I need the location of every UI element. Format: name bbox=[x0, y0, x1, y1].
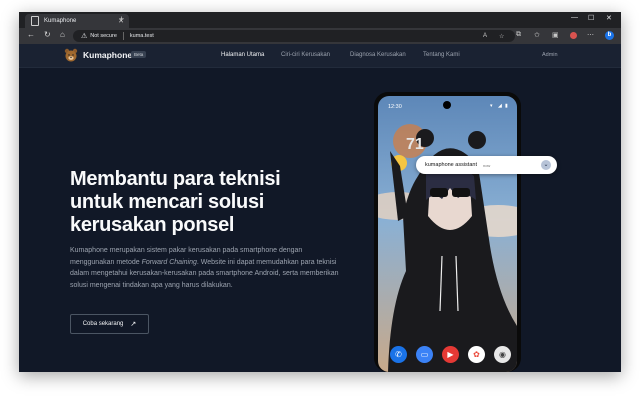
security-label[interactable]: Not secure bbox=[90, 33, 117, 39]
photos-app-icon[interactable]: ✿ bbox=[468, 346, 485, 363]
chevron-down-icon[interactable]: ⌄ bbox=[541, 160, 551, 170]
more-menu-icon[interactable]: ⋯ bbox=[587, 31, 594, 39]
profile-avatar[interactable] bbox=[570, 32, 577, 39]
tab-kumaphone[interactable]: Kumaphone ✕ bbox=[25, 14, 129, 28]
hero-title-line: Membantu para teknisi bbox=[70, 168, 281, 190]
beta-badge: Beta bbox=[131, 51, 147, 58]
youtube-app-icon[interactable]: ▶ bbox=[442, 346, 459, 363]
nav-home[interactable]: Halaman Utama bbox=[221, 52, 264, 58]
wifi-icon: ▾ bbox=[490, 103, 493, 109]
favorite-icon[interactable]: ☆ bbox=[499, 33, 504, 40]
hero-desc-method: Forward Chaining bbox=[141, 258, 197, 266]
new-tab-button[interactable]: + bbox=[119, 14, 124, 24]
battery-icon: ▮ bbox=[505, 103, 508, 109]
copilot-icon[interactable]: b bbox=[605, 31, 614, 40]
minimize-button[interactable]: — bbox=[571, 14, 578, 21]
assistant-time: now bbox=[482, 162, 491, 168]
tab-favicon-icon bbox=[31, 16, 39, 26]
tab-strip: Kumaphone ✕ + — ☐ ✕ bbox=[19, 12, 621, 28]
arrow-up-right-icon: ↗ bbox=[130, 321, 137, 328]
back-icon[interactable]: ← bbox=[27, 30, 35, 39]
read-aloud-icon[interactable]: A bbox=[483, 33, 487, 39]
nav-symptoms[interactable]: Ciri-ciri Kerusakan bbox=[281, 52, 330, 58]
favorites-icon[interactable]: ✩ bbox=[534, 31, 540, 39]
phone-app-icon[interactable]: ✆ bbox=[390, 346, 407, 363]
messages-app-icon[interactable]: ▭ bbox=[416, 346, 433, 363]
tab-title: Kumaphone bbox=[44, 18, 77, 24]
refresh-icon[interactable]: ↻ bbox=[44, 30, 51, 39]
maximize-button[interactable]: ☐ bbox=[588, 14, 594, 22]
status-bar-time: 12:30 bbox=[388, 104, 402, 110]
collections-icon[interactable]: ▣ bbox=[552, 31, 559, 39]
hero-title: Membantu para teknisi untuk mencari solu… bbox=[70, 168, 370, 237]
address-bar: ← ↻ ⌂ ⚠ Not secure kuma.test A ☆ ⧉ ✩ ▣ ⋯… bbox=[19, 28, 621, 44]
assistant-notification[interactable]: kumaphone assistant now ⌄ bbox=[416, 156, 557, 174]
hero-title-line: untuk mencari solusi bbox=[70, 191, 265, 213]
clock-widget: 71 bbox=[406, 136, 424, 153]
close-window-button[interactable]: ✕ bbox=[606, 14, 612, 22]
nav-about[interactable]: Tentang Kami bbox=[423, 52, 460, 58]
hero-description: Kumaphone merupakan sistem pakar kerusak… bbox=[70, 245, 342, 291]
extensions-icon[interactable]: ⧉ bbox=[516, 31, 521, 39]
home-icon[interactable]: ⌂ bbox=[60, 30, 65, 39]
camera-cutout bbox=[443, 101, 451, 109]
try-now-label: Coba sekarang bbox=[82, 321, 124, 327]
url-field[interactable]: ⚠ Not secure kuma.test A ☆ bbox=[73, 30, 515, 42]
try-now-button[interactable]: Coba sekarang ↗ bbox=[70, 314, 149, 334]
nav-admin[interactable]: Admin bbox=[542, 52, 558, 58]
site-brand[interactable]: Kumaphone bbox=[83, 50, 132, 60]
url-text[interactable]: kuma.test bbox=[130, 33, 154, 39]
bear-logo-icon[interactable] bbox=[64, 48, 78, 62]
url-separator bbox=[122, 32, 124, 40]
camera-app-icon[interactable]: ◉ bbox=[494, 346, 511, 363]
assistant-title: kumaphone assistant bbox=[425, 162, 477, 168]
hero-title-line: kerusakan ponsel bbox=[70, 214, 235, 236]
warning-icon[interactable]: ⚠ bbox=[81, 32, 87, 40]
phone-wallpaper-illustration bbox=[378, 96, 517, 372]
phone-screen: 12:30 ▾ ◢ ▮ 71 ✆ ▭ ▶ ✿ ◉ bbox=[378, 96, 517, 372]
site-header: Kumaphone Beta Halaman Utama Ciri-ciri K… bbox=[19, 44, 621, 68]
signal-icon: ◢ bbox=[498, 103, 502, 109]
nav-diagnosis[interactable]: Diagnosa Kerusakan bbox=[350, 52, 406, 58]
phone-mockup: 12:30 ▾ ◢ ▮ 71 ✆ ▭ ▶ ✿ ◉ bbox=[374, 92, 521, 372]
